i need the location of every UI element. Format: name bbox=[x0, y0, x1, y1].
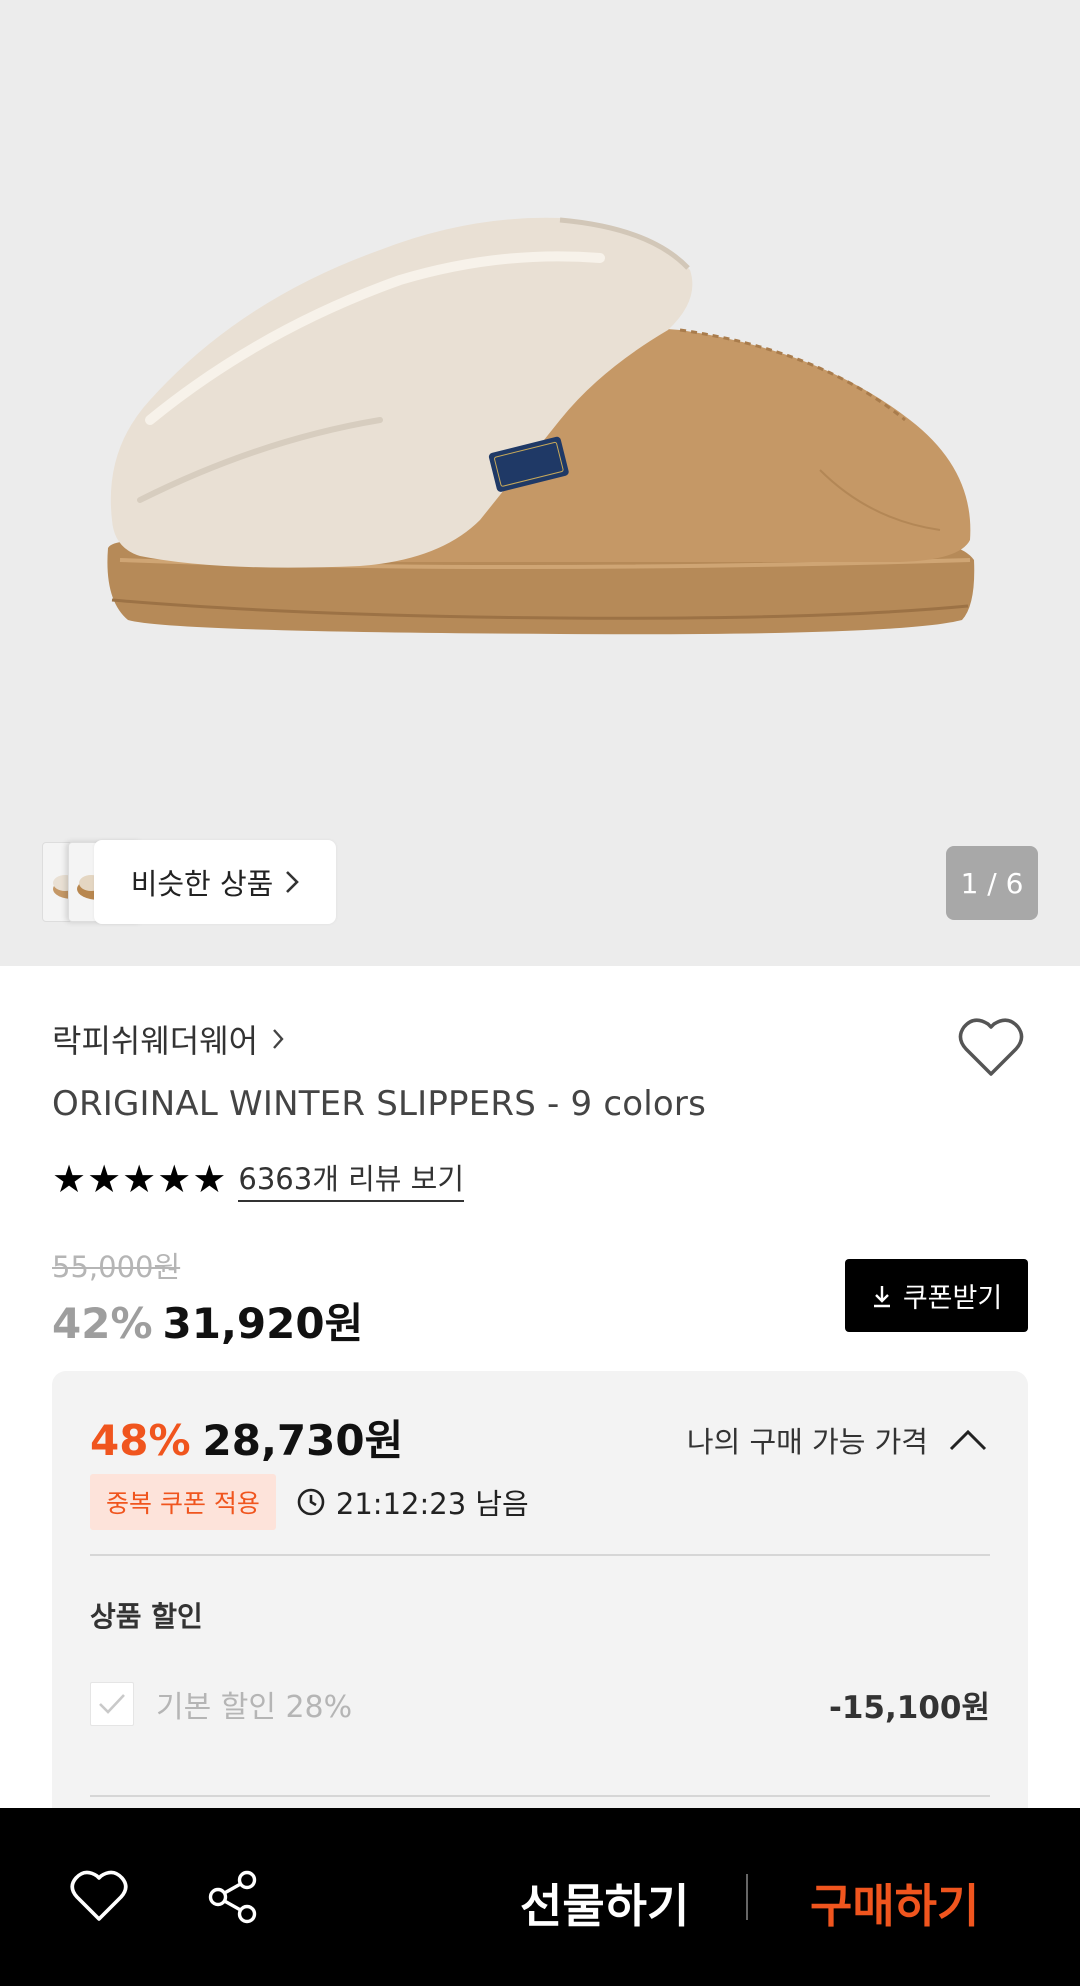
section-title: 상품 할인 bbox=[90, 1600, 203, 1633]
bottom-action-bar: 선물하기 구매하기 bbox=[0, 1808, 1080, 1986]
divider bbox=[90, 1795, 990, 1797]
my-price: 28,730원 bbox=[202, 1416, 404, 1465]
discount-label: 기본 할인 28% bbox=[156, 1690, 353, 1725]
discount-row: 기본 할인 28% -15,100원 bbox=[90, 1681, 990, 1727]
chevron-up-icon bbox=[949, 1429, 987, 1451]
star-icon: ★ bbox=[122, 1157, 157, 1201]
my-discount-percent: 48% bbox=[90, 1416, 191, 1465]
my-price-label: 나의 구매 가능 가격 bbox=[686, 1425, 928, 1459]
coupon-badge: 중복 쿠폰 적용 bbox=[90, 1474, 276, 1530]
image-pager: 1 / 6 bbox=[946, 846, 1038, 920]
star-icon: ★ bbox=[87, 1157, 122, 1201]
star-icon: ★ bbox=[157, 1157, 192, 1201]
brand-name: 락피쉬웨더웨어 bbox=[52, 1022, 259, 1060]
check-icon bbox=[99, 1694, 125, 1714]
divider bbox=[90, 1554, 990, 1556]
timer-text: 21:12:23 남음 bbox=[335, 1487, 529, 1521]
product-title: ORIGINAL WINTER SLIPPERS - 9 colors bbox=[52, 1084, 706, 1124]
original-price: 55,000원 bbox=[52, 1250, 181, 1284]
share-icon[interactable] bbox=[206, 1870, 260, 1924]
discount-percent: 42% bbox=[52, 1299, 153, 1348]
rating-stars: ★ ★ ★ ★ ★ bbox=[52, 1160, 226, 1198]
countdown-timer: 21:12:23 남음 bbox=[296, 1481, 529, 1523]
rating-row: ★ ★ ★ ★ ★ 6363개 리뷰 보기 bbox=[52, 1156, 465, 1202]
clock-icon bbox=[297, 1488, 325, 1516]
similar-products-label: 비슷한 상품 bbox=[130, 867, 274, 901]
star-icon: ★ bbox=[52, 1157, 87, 1201]
product-image bbox=[107, 217, 975, 635]
brand-link[interactable]: 락피쉬웨더웨어 bbox=[52, 1016, 284, 1062]
similar-products-button[interactable]: 비슷한 상품 bbox=[94, 840, 336, 924]
chevron-right-icon bbox=[273, 1029, 284, 1049]
gift-button[interactable]: 선물하기 bbox=[520, 1870, 689, 1936]
coupon-button[interactable]: 쿠폰받기 bbox=[845, 1259, 1028, 1332]
my-price-toggle[interactable]: 나의 구매 가능 가격 bbox=[687, 1419, 988, 1461]
download-icon bbox=[873, 1285, 890, 1307]
discount-value: -15,100원 bbox=[828, 1689, 990, 1726]
product-image-carousel[interactable]: 비슷한 상품 1 / 6 bbox=[0, 0, 1080, 966]
buy-button[interactable]: 구매하기 bbox=[810, 1870, 979, 1936]
heart-icon[interactable] bbox=[70, 1870, 128, 1922]
star-icon: ★ bbox=[192, 1157, 227, 1201]
sale-price-row: 42% 31,920원 bbox=[52, 1290, 363, 1351]
my-price-row: 48% 28,730원 bbox=[90, 1407, 403, 1468]
divider bbox=[746, 1874, 748, 1920]
heart-icon[interactable] bbox=[958, 1016, 1024, 1078]
discount-checkbox[interactable] bbox=[90, 1682, 134, 1726]
chevron-right-icon bbox=[286, 871, 300, 893]
sale-price: 31,920원 bbox=[162, 1299, 364, 1348]
review-link[interactable]: 6363개 리뷰 보기 bbox=[238, 1156, 465, 1202]
badge-row: 중복 쿠폰 적용 21:12:23 남음 bbox=[90, 1474, 529, 1530]
coupon-button-label: 쿠폰받기 bbox=[902, 1283, 1003, 1314]
